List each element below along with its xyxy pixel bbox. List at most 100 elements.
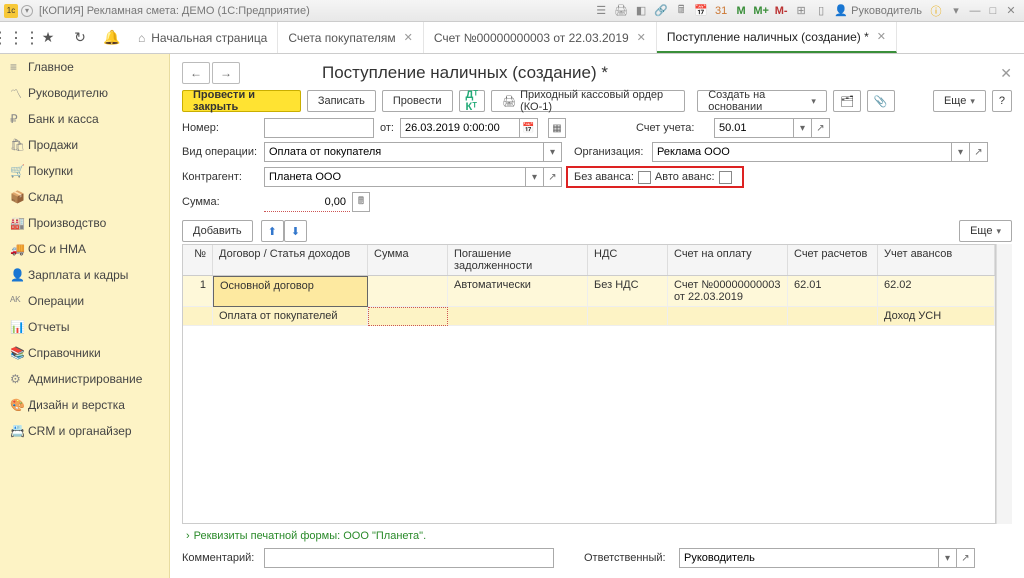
tab-home[interactable]: ⌂ Начальная страница	[128, 22, 278, 53]
sidebar-item[interactable]: ⚙Администрирование	[0, 366, 169, 392]
mplus-icon[interactable]: M+	[753, 5, 769, 17]
info-icon[interactable]: ⓘ	[928, 3, 944, 19]
cell[interactable]	[448, 307, 588, 326]
col-advance[interactable]: Учет авансов	[878, 245, 995, 275]
print-ko1-button[interactable]: 🖨Приходный кассовый ордер (КО-1)	[491, 90, 685, 112]
tab-invoices[interactable]: Счета покупателям ✕	[278, 22, 424, 53]
contractor-open[interactable]: ↗	[544, 167, 562, 187]
grid-more-button[interactable]: Еще▾	[959, 220, 1012, 242]
star-icon[interactable]: ★	[32, 22, 64, 53]
write-button[interactable]: Записать	[307, 90, 376, 112]
cell-selected[interactable]: Основной договор	[213, 276, 368, 307]
cell[interactable]	[788, 307, 878, 326]
cell[interactable]	[368, 307, 448, 326]
col-n[interactable]: №	[183, 245, 213, 275]
close-icon[interactable]: ✕	[637, 31, 646, 44]
date-icon[interactable]: 31	[713, 5, 729, 17]
org-input[interactable]	[652, 142, 952, 162]
sidebar-item[interactable]: ₽Банк и касса	[0, 106, 169, 132]
auto-advance-checkbox[interactable]	[719, 171, 732, 184]
info-drop[interactable]: ▾	[948, 4, 964, 17]
calc-icon[interactable]: 🖩	[673, 1, 689, 20]
window-icon[interactable]: ⊞	[793, 4, 809, 17]
sidebar-item[interactable]: 👤Зарплата и кадры	[0, 262, 169, 288]
cell[interactable]: Доход УСН	[878, 307, 995, 326]
move-up-button[interactable]: ⬆	[261, 220, 284, 242]
cell[interactable]: Счет №00000000003 от 22.03.2019	[668, 276, 788, 307]
date-input[interactable]	[400, 118, 520, 138]
sidebar-item[interactable]: 🛍Продажи	[0, 132, 169, 158]
col-sum[interactable]: Сумма	[368, 245, 448, 275]
col-settlement[interactable]: Счет расчетов	[788, 245, 878, 275]
close-page-button[interactable]: ✕	[1000, 65, 1012, 82]
sidebar-item[interactable]: 📇CRM и органайзер	[0, 418, 169, 444]
extra-button[interactable]: ▦	[548, 118, 566, 138]
post-and-close-button[interactable]: Провести и закрыть	[182, 90, 301, 112]
col-vat[interactable]: НДС	[588, 245, 668, 275]
minimize-button[interactable]: —	[966, 5, 984, 17]
create-based-button[interactable]: Создать на основании▾	[697, 90, 827, 112]
sidebar-item[interactable]: 🚚ОС и НМА	[0, 236, 169, 262]
help-button[interactable]: ?	[992, 90, 1012, 112]
sum-calc-button[interactable]: 🖩	[352, 192, 370, 212]
cell[interactable]: 62.01	[788, 276, 878, 307]
mminus-icon[interactable]: M-	[773, 5, 789, 17]
contractor-drop[interactable]: ▾	[526, 167, 544, 187]
operation-input[interactable]	[264, 142, 544, 162]
cell[interactable]: Без НДС	[588, 276, 668, 307]
user-name[interactable]: Руководитель	[851, 5, 922, 17]
cell[interactable]: Автоматически	[448, 276, 588, 307]
cell[interactable]	[668, 307, 788, 326]
account-open[interactable]: ↗	[812, 118, 830, 138]
calendar-icon[interactable]: 📅	[693, 4, 709, 17]
move-down-button[interactable]: ⬇	[284, 220, 307, 242]
col-repay[interactable]: Погашение задолженности	[448, 245, 588, 275]
tab-cash-receipt[interactable]: Поступление наличных (создание) * ✕	[657, 22, 897, 53]
panel-icon[interactable]: ▯	[813, 4, 829, 17]
sum-input[interactable]	[264, 192, 350, 212]
sidebar-item[interactable]: 🛒Покупки	[0, 158, 169, 184]
apps-icon[interactable]: ⋮⋮⋮	[0, 22, 32, 53]
table-row[interactable]: 1 Основной договор Автоматически Без НДС…	[183, 276, 995, 307]
col-invoice[interactable]: Счет на оплату	[668, 245, 788, 275]
close-icon[interactable]: ✕	[877, 30, 886, 43]
dt-kt-button[interactable]: ДᵀКᵀ	[459, 90, 486, 112]
post-button[interactable]: Провести	[382, 90, 453, 112]
no-advance-checkbox[interactable]	[638, 171, 651, 184]
sidebar-item[interactable]: ᴬᴷОперации	[0, 288, 169, 314]
print-icon[interactable]: 🖨	[613, 4, 629, 17]
account-input[interactable]	[714, 118, 794, 138]
nav-back-icon[interactable]: ▾	[21, 5, 33, 17]
bell-icon[interactable]: 🔔	[96, 22, 128, 53]
tab-invoice-3[interactable]: Счет №00000000003 от 22.03.2019 ✕	[424, 22, 657, 53]
back-button[interactable]: ←	[182, 62, 210, 84]
cell[interactable]	[183, 307, 213, 326]
close-icon[interactable]: ✕	[404, 31, 413, 44]
toolbar-icon[interactable]: ☰	[593, 4, 609, 17]
related-button[interactable]: 🗂	[833, 90, 861, 112]
print-requisites-link[interactable]: › Реквизиты печатной формы: ООО "Планета…	[182, 524, 1012, 546]
sidebar-item[interactable]: 📊Отчеты	[0, 314, 169, 340]
cell[interactable]: 62.02	[878, 276, 995, 307]
col-contract[interactable]: Договор / Статья доходов	[213, 245, 368, 275]
scrollbar[interactable]	[996, 244, 1012, 524]
sidebar-item[interactable]: 🏭Производство	[0, 210, 169, 236]
cell[interactable]: Оплата от покупателей	[213, 307, 368, 326]
sidebar-item[interactable]: 📚Справочники	[0, 340, 169, 366]
sidebar-item[interactable]: 🎨Дизайн и верстка	[0, 392, 169, 418]
history-icon[interactable]: ↻	[64, 22, 96, 53]
sidebar-item[interactable]: 〽Руководителю	[0, 80, 169, 106]
link-icon[interactable]: 🔗	[653, 4, 669, 17]
forward-button[interactable]: →	[212, 62, 240, 84]
compare-icon[interactable]: ◧	[633, 4, 649, 17]
more-button[interactable]: Еще▾	[933, 90, 986, 112]
responsible-drop[interactable]: ▾	[939, 548, 957, 568]
add-row-button[interactable]: Добавить	[182, 220, 253, 242]
attach-button[interactable]: 📎	[867, 90, 895, 112]
operation-drop[interactable]: ▾	[544, 142, 562, 162]
cell[interactable]: 1	[183, 276, 213, 307]
account-drop[interactable]: ▾	[794, 118, 812, 138]
org-open[interactable]: ↗	[970, 142, 988, 162]
responsible-input[interactable]	[679, 548, 939, 568]
cell[interactable]	[368, 276, 448, 307]
